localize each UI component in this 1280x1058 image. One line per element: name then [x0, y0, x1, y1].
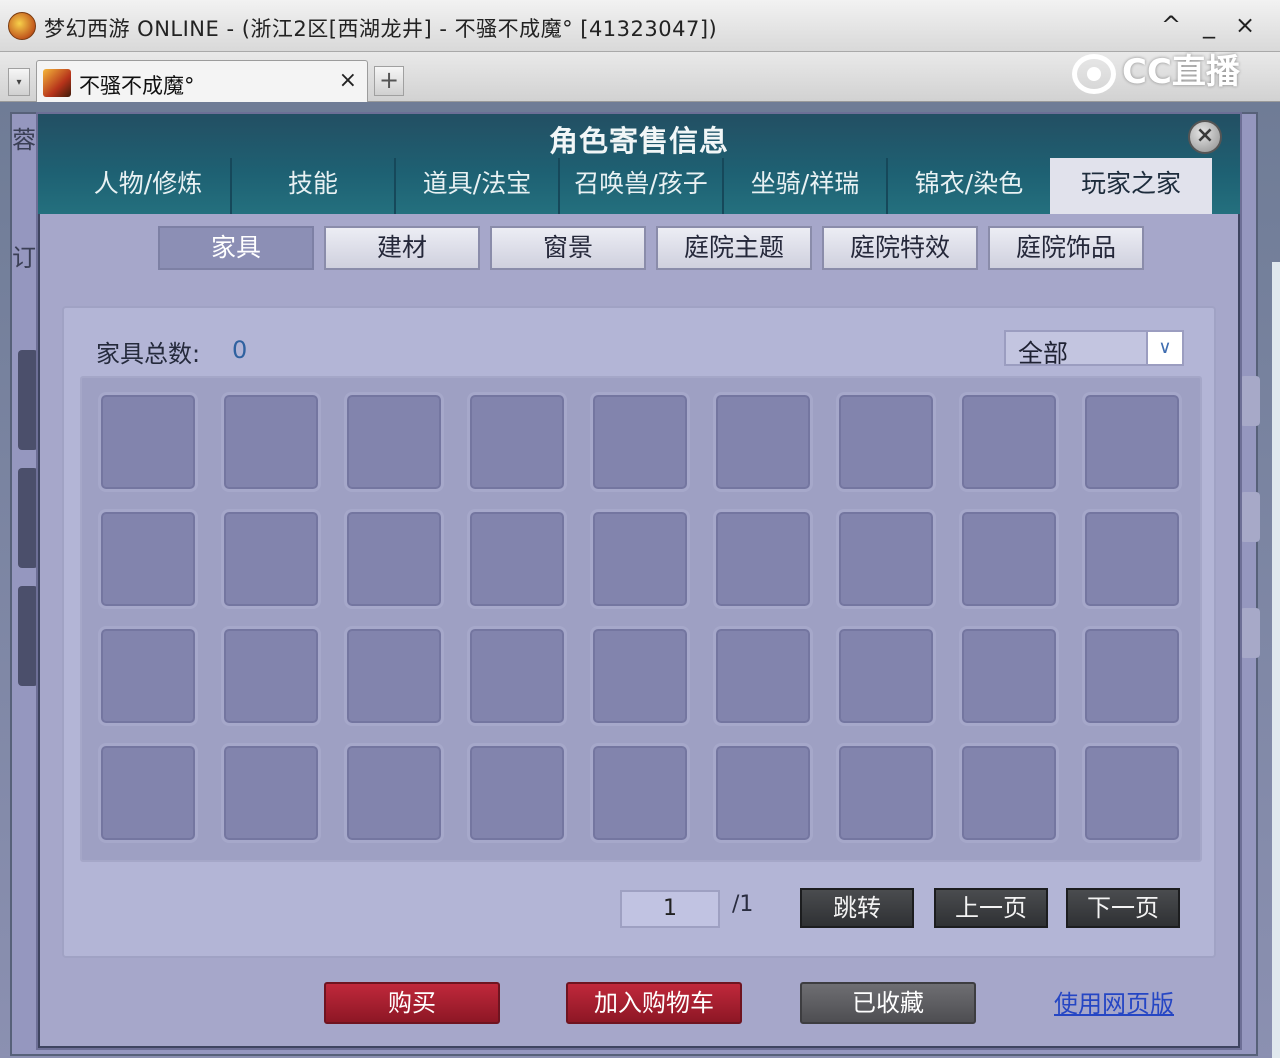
subtab-courtyard-decor[interactable]: 庭院饰品	[988, 226, 1144, 270]
consignment-dialog: 角色寄售信息 × 人物/修炼 技能 道具/法宝 召唤兽/孩子 坐骑/祥瑞 锦衣/…	[36, 112, 1242, 1050]
item-slot[interactable]	[836, 626, 936, 726]
cc-live-watermark: CC直播	[1072, 44, 1240, 94]
background-tile	[18, 468, 38, 568]
item-slot[interactable]	[344, 743, 444, 843]
item-slot[interactable]	[344, 509, 444, 609]
tab-menu-button[interactable]: ▾	[8, 68, 30, 96]
item-slot[interactable]	[221, 392, 321, 492]
item-slot[interactable]	[221, 743, 321, 843]
cc-logo-icon	[1072, 53, 1116, 94]
next-page-button[interactable]: 下一页	[1066, 888, 1180, 928]
item-slot[interactable]	[467, 626, 567, 726]
item-slot[interactable]	[98, 392, 198, 492]
item-slot[interactable]	[959, 626, 1059, 726]
buy-button[interactable]: 购买	[324, 982, 500, 1024]
item-slot[interactable]	[221, 509, 321, 609]
furniture-count-value: 0	[232, 336, 248, 364]
background-edge	[1272, 262, 1280, 1058]
item-slot[interactable]	[590, 626, 690, 726]
subtab-furniture[interactable]: 家具	[158, 226, 314, 270]
app-icon	[8, 12, 36, 40]
item-slot[interactable]	[836, 392, 936, 492]
furniture-count-label: 家具总数:	[96, 340, 201, 368]
item-slot[interactable]	[221, 626, 321, 726]
tab-title: 不骚不成魔°	[79, 74, 195, 98]
tab-close-icon[interactable]: ×	[339, 68, 357, 93]
page-number-input[interactable]: 1	[620, 890, 720, 928]
item-slot[interactable]	[713, 626, 813, 726]
item-slot[interactable]	[713, 509, 813, 609]
filter-selected-value: 全部	[1018, 339, 1069, 368]
page-total: /1	[732, 892, 754, 917]
item-slot[interactable]	[959, 743, 1059, 843]
tab-mounts[interactable]: 坐骑/祥瑞	[722, 158, 886, 214]
watermark-text: CC直播	[1122, 52, 1240, 92]
favorited-button[interactable]: 已收藏	[800, 982, 976, 1024]
tab-outfits-dyes[interactable]: 锦衣/染色	[886, 158, 1050, 214]
furniture-panel: 家具总数: 0 全部 ∨ 1 /1 跳转 上一页 下一页	[62, 306, 1216, 958]
tab-skills[interactable]: 技能	[230, 158, 394, 214]
item-slot[interactable]	[467, 509, 567, 609]
tab-summons-children[interactable]: 召唤兽/孩子	[558, 158, 722, 214]
add-to-cart-button[interactable]: 加入购物车	[566, 982, 742, 1024]
background-text-2: 订	[12, 244, 36, 272]
chevron-down-icon[interactable]: ∨	[1146, 332, 1182, 364]
item-slot[interactable]	[344, 626, 444, 726]
item-slot[interactable]	[713, 392, 813, 492]
background-tile	[18, 350, 38, 450]
background-tile	[1240, 492, 1260, 542]
tab-active[interactable]: 不骚不成魔° ×	[36, 60, 368, 102]
window-title: 梦幻西游 ONLINE - (浙江2区[西湖龙井] - 不骚不成魔° [4132…	[44, 17, 718, 41]
item-slot[interactable]	[1082, 743, 1182, 843]
tab-character-cultivation[interactable]: 人物/修炼	[66, 158, 230, 214]
item-slot[interactable]	[467, 743, 567, 843]
tab-items-treasures[interactable]: 道具/法宝	[394, 158, 558, 214]
collapse-button[interactable]: ^	[1156, 8, 1186, 42]
item-slot[interactable]	[98, 626, 198, 726]
background-tile	[1240, 608, 1260, 658]
item-slot[interactable]	[836, 509, 936, 609]
minimize-button[interactable]: _	[1194, 8, 1224, 42]
item-slot[interactable]	[1082, 392, 1182, 492]
item-slot[interactable]	[959, 392, 1059, 492]
subtab-courtyard-effects[interactable]: 庭院特效	[822, 226, 978, 270]
close-window-button[interactable]: ×	[1230, 8, 1260, 42]
item-slot[interactable]	[713, 743, 813, 843]
item-slot[interactable]	[98, 743, 198, 843]
item-slot[interactable]	[959, 509, 1059, 609]
character-avatar-icon	[43, 69, 71, 97]
web-version-link[interactable]: 使用网页版	[1054, 984, 1174, 1019]
item-slot[interactable]	[836, 743, 936, 843]
item-grid	[80, 376, 1202, 862]
item-slot[interactable]	[1082, 626, 1182, 726]
item-slot[interactable]	[590, 509, 690, 609]
prev-page-button[interactable]: 上一页	[934, 888, 1048, 928]
item-slot[interactable]	[590, 743, 690, 843]
category-filter-dropdown[interactable]: 全部 ∨	[1004, 330, 1184, 368]
background-text-1: 蓉	[12, 126, 36, 154]
dialog-title: 角色寄售信息	[548, 124, 729, 158]
subtab-building-materials[interactable]: 建材	[324, 226, 480, 270]
dialog-header: 角色寄售信息 × 人物/修炼 技能 道具/法宝 召唤兽/孩子 坐骑/祥瑞 锦衣/…	[38, 114, 1240, 214]
tab-player-home[interactable]: 玩家之家	[1050, 158, 1212, 214]
item-slot[interactable]	[467, 392, 567, 492]
item-slot[interactable]	[590, 392, 690, 492]
add-tab-button[interactable]: +	[374, 66, 404, 96]
jump-button[interactable]: 跳转	[800, 888, 914, 928]
background-tile	[18, 586, 38, 686]
background-tile	[1240, 376, 1260, 426]
item-slot[interactable]	[1082, 509, 1182, 609]
item-slot[interactable]	[98, 509, 198, 609]
dialog-close-icon[interactable]: ×	[1188, 120, 1222, 154]
item-slot[interactable]	[344, 392, 444, 492]
subtab-window-views[interactable]: 窗景	[490, 226, 646, 270]
subtab-courtyard-theme[interactable]: 庭院主题	[656, 226, 812, 270]
